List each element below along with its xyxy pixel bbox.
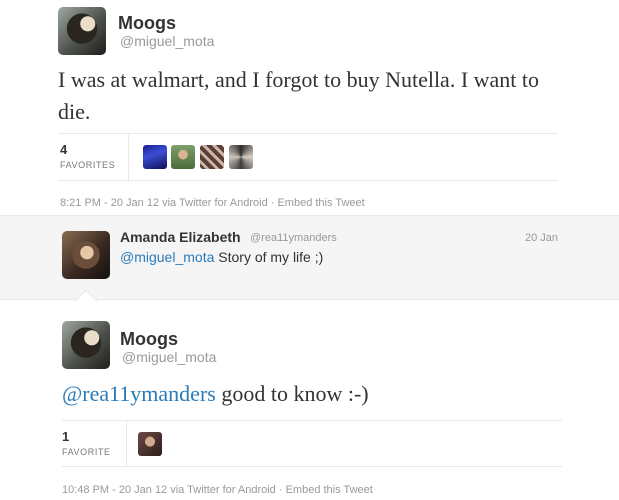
tweet2-fullname[interactable]: Moogs	[120, 329, 178, 350]
tweet1-timestamp[interactable]: 8:21 PM - 20 Jan 12 via Twitter for Andr…	[60, 197, 268, 209]
tweet2-username[interactable]: @miguel_mota	[122, 349, 216, 365]
favorites-label[interactable]: FAVORITES	[60, 160, 115, 170]
tweet1-username[interactable]: @miguel_mota	[120, 33, 214, 49]
stats-bottom-divider	[58, 180, 558, 181]
avatar-moogs[interactable]	[58, 7, 106, 55]
tweet2-timestamp[interactable]: 10:48 PM - 20 Jan 12 via Twitter for And…	[62, 484, 276, 496]
stats-bottom-divider	[62, 466, 562, 467]
reply-text: @miguel_mota Story of my life ;)	[120, 249, 323, 265]
favoriter-avatar[interactable]	[200, 145, 224, 169]
tweet1-fullname[interactable]: Moogs	[118, 13, 176, 34]
tweet1-text: I was at walmart, and I forgot to buy Nu…	[58, 67, 540, 124]
reply-fullname[interactable]: Amanda Elizabeth	[120, 229, 241, 245]
tweet-original: Moogs @miguel_mota I was at walmart, and…	[0, 0, 619, 215]
favoriter-avatar[interactable]	[229, 145, 253, 169]
reply-mention[interactable]: @miguel_mota	[120, 249, 214, 265]
avatar-amanda[interactable]	[62, 231, 110, 279]
embed-tweet-link[interactable]: Embed this Tweet	[277, 197, 364, 209]
favorites-label[interactable]: FAVORITE	[62, 447, 111, 457]
reply-username[interactable]: @rea11ymanders	[250, 232, 337, 244]
reply-time[interactable]: 20 Jan	[525, 232, 558, 244]
tweet-reply: Moogs @miguel_mota @rea11ymanders good t…	[0, 300, 619, 500]
favorites-count[interactable]: 4	[60, 142, 67, 157]
tweet2-meta: 10:48 PM - 20 Jan 12 via Twitter for And…	[62, 484, 373, 496]
stats-top-divider	[62, 420, 562, 421]
favoriter-avatar[interactable]	[143, 145, 167, 169]
tweet2-text: @rea11ymanders good to know :-)	[62, 378, 562, 410]
stats-top-divider	[58, 133, 558, 134]
reply-body: Story of my life ;)	[214, 249, 324, 265]
embed-tweet-link[interactable]: Embed this Tweet	[286, 484, 373, 496]
stats-vertical-divider	[126, 421, 127, 466]
meta-separator: ·	[275, 484, 286, 496]
tweet2-body: good to know :-)	[215, 381, 369, 406]
favorites-count[interactable]: 1	[62, 429, 69, 444]
meta-separator: ·	[267, 197, 278, 209]
tweet2-mention[interactable]: @rea11ymanders	[62, 381, 216, 406]
avatar-moogs[interactable]	[62, 321, 110, 369]
stats-vertical-divider	[128, 134, 129, 180]
favoriter-avatar[interactable]	[171, 145, 195, 169]
favoriter-avatar[interactable]	[138, 432, 162, 456]
tweet1-meta: 8:21 PM - 20 Jan 12 via Twitter for Andr…	[60, 197, 365, 209]
